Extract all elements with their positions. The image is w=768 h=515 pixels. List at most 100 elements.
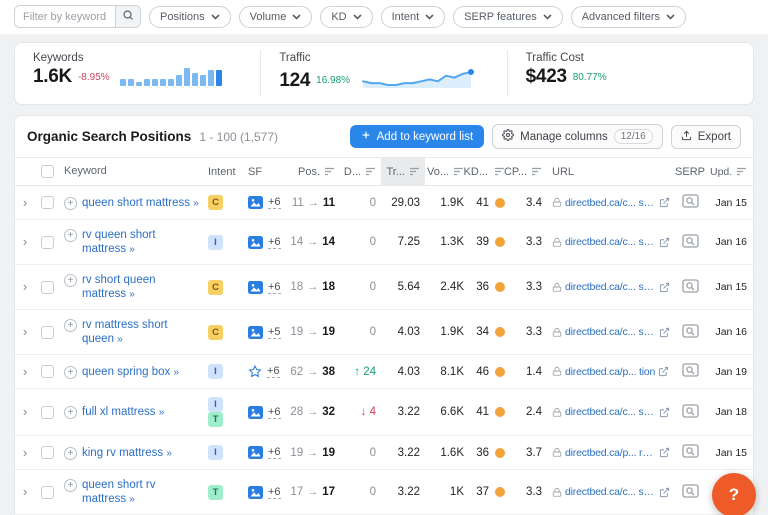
url-link[interactable]: directbed.ca/c... sses: [565, 236, 656, 248]
select-all-checkbox[interactable]: [41, 165, 54, 178]
serp-preview-icon[interactable]: [682, 194, 699, 211]
expand-row-icon[interactable]: ›: [23, 326, 27, 338]
filter-kd[interactable]: KD: [320, 6, 372, 28]
keyword-filter-input[interactable]: [15, 6, 115, 27]
serp-features-more-link[interactable]: +6: [267, 365, 280, 378]
keyword-details-icon[interactable]: »: [129, 244, 134, 255]
serp-features-more-link[interactable]: +6: [268, 281, 281, 294]
serp-preview-icon[interactable]: [682, 404, 699, 421]
serp-preview-icon[interactable]: [682, 363, 699, 380]
manage-columns-button[interactable]: Manage columns 12/16: [492, 124, 663, 149]
column-header-tr[interactable]: Tr...: [381, 158, 425, 185]
column-header-upd[interactable]: Upd.: [705, 158, 753, 185]
row-checkbox[interactable]: [41, 446, 54, 459]
expand-row-icon[interactable]: ›: [23, 406, 27, 418]
keyword-details-icon[interactable]: »: [166, 448, 171, 459]
sort-icon[interactable]: [736, 167, 747, 176]
keyword-link[interactable]: queen short rv mattress: [82, 479, 156, 505]
keyword-link[interactable]: queen short mattress: [82, 197, 190, 209]
add-keyword-icon[interactable]: +: [64, 274, 77, 287]
add-keyword-icon[interactable]: +: [64, 447, 77, 460]
keyword-link[interactable]: king rv mattress: [82, 447, 163, 459]
add-keyword-icon[interactable]: +: [64, 406, 77, 419]
serp-features-more-link[interactable]: +5: [268, 326, 281, 339]
row-checkbox[interactable]: [41, 365, 54, 378]
sort-icon[interactable]: [531, 167, 542, 176]
keyword-link[interactable]: rv short queen mattress: [82, 274, 156, 300]
filter-volume[interactable]: Volume: [239, 6, 313, 28]
export-button[interactable]: Export: [671, 125, 741, 149]
row-checkbox[interactable]: [41, 236, 54, 249]
keyword-details-icon[interactable]: »: [129, 494, 134, 505]
serp-features-more-link[interactable]: +6: [268, 446, 281, 459]
url-link[interactable]: directbed.ca/c... sses: [565, 326, 656, 338]
add-keyword-icon[interactable]: +: [64, 197, 77, 210]
keyword-details-icon[interactable]: »: [173, 367, 178, 378]
expand-row-icon[interactable]: ›: [23, 281, 27, 293]
url-link[interactable]: directbed.ca/c... sses: [565, 197, 656, 209]
sort-icon[interactable]: [409, 167, 420, 176]
expand-row-icon[interactable]: ›: [23, 197, 27, 209]
keyword-details-icon[interactable]: »: [159, 407, 164, 418]
filter-intent[interactable]: Intent: [381, 6, 446, 28]
serp-preview-icon[interactable]: [682, 444, 699, 461]
url-link[interactable]: directbed.ca/p... tion: [565, 366, 655, 378]
column-header-d[interactable]: D...: [343, 158, 381, 185]
external-link-icon[interactable]: [659, 282, 670, 293]
column-label: CP...: [504, 166, 527, 178]
serp-preview-icon[interactable]: [682, 324, 699, 341]
external-link-icon[interactable]: [659, 197, 670, 208]
external-link-icon[interactable]: [659, 327, 670, 338]
external-link-icon[interactable]: [659, 487, 670, 498]
row-checkbox[interactable]: [41, 406, 54, 419]
url-link[interactable]: directbed.ca/c... sses: [565, 406, 656, 418]
sort-icon[interactable]: [365, 167, 376, 176]
add-to-keyword-list-button[interactable]: Add to keyword list: [350, 125, 485, 148]
sort-icon[interactable]: [453, 167, 464, 176]
keyword-details-icon[interactable]: »: [129, 289, 134, 300]
serp-preview-icon[interactable]: [682, 279, 699, 296]
serp-preview-icon[interactable]: [682, 234, 699, 251]
add-keyword-icon[interactable]: +: [64, 319, 77, 332]
column-header-vo[interactable]: Vo...: [425, 158, 469, 185]
filter-serp-features[interactable]: SERP features: [453, 6, 563, 28]
search-button[interactable]: [115, 6, 140, 27]
keyword-link[interactable]: rv queen short mattress: [82, 229, 156, 255]
row-checkbox[interactable]: [41, 326, 54, 339]
row-checkbox[interactable]: [41, 196, 54, 209]
url-link[interactable]: directbed.ca/c... sses: [565, 281, 656, 293]
help-button[interactable]: ?: [712, 473, 756, 515]
position-arrow-icon: →: [307, 447, 318, 459]
expand-row-icon[interactable]: ›: [23, 366, 27, 378]
add-keyword-icon[interactable]: +: [64, 366, 77, 379]
expand-row-icon[interactable]: ›: [23, 486, 27, 498]
url-link[interactable]: directbed.ca/p... ress: [565, 447, 656, 459]
filter-advanced[interactable]: Advanced filters: [571, 6, 686, 28]
row-checkbox[interactable]: [41, 486, 54, 499]
serp-preview-icon[interactable]: [682, 484, 699, 501]
keyword-link[interactable]: queen spring box: [82, 366, 170, 378]
add-keyword-icon[interactable]: +: [64, 479, 77, 492]
serp-features-more-link[interactable]: +6: [268, 196, 281, 209]
cpc-cell: 1.4: [511, 358, 547, 386]
sort-icon[interactable]: [324, 167, 335, 176]
keyword-details-icon[interactable]: »: [117, 334, 122, 345]
row-checkbox[interactable]: [41, 281, 54, 294]
serp-features-more-link[interactable]: +6: [268, 236, 281, 249]
url-link[interactable]: directbed.ca/c... sses: [565, 486, 656, 498]
external-link-icon[interactable]: [659, 447, 670, 458]
add-keyword-icon[interactable]: +: [64, 229, 77, 242]
external-link-icon[interactable]: [659, 237, 670, 248]
external-link-icon[interactable]: [658, 366, 669, 377]
keyword-details-icon[interactable]: »: [193, 198, 198, 209]
filter-positions[interactable]: Positions: [149, 6, 231, 28]
expand-row-icon[interactable]: ›: [23, 236, 27, 248]
column-header-cp[interactable]: CP...: [511, 158, 547, 185]
serp-features-more-link[interactable]: +6: [268, 406, 281, 419]
keyword-link[interactable]: full xl mattress: [82, 406, 156, 418]
keyword-link[interactable]: rv mattress short queen: [82, 319, 168, 345]
serp-features-more-link[interactable]: +6: [268, 486, 281, 499]
expand-row-icon[interactable]: ›: [23, 447, 27, 459]
column-header-pos[interactable]: Pos.: [291, 158, 343, 185]
external-link-icon[interactable]: [659, 407, 670, 418]
